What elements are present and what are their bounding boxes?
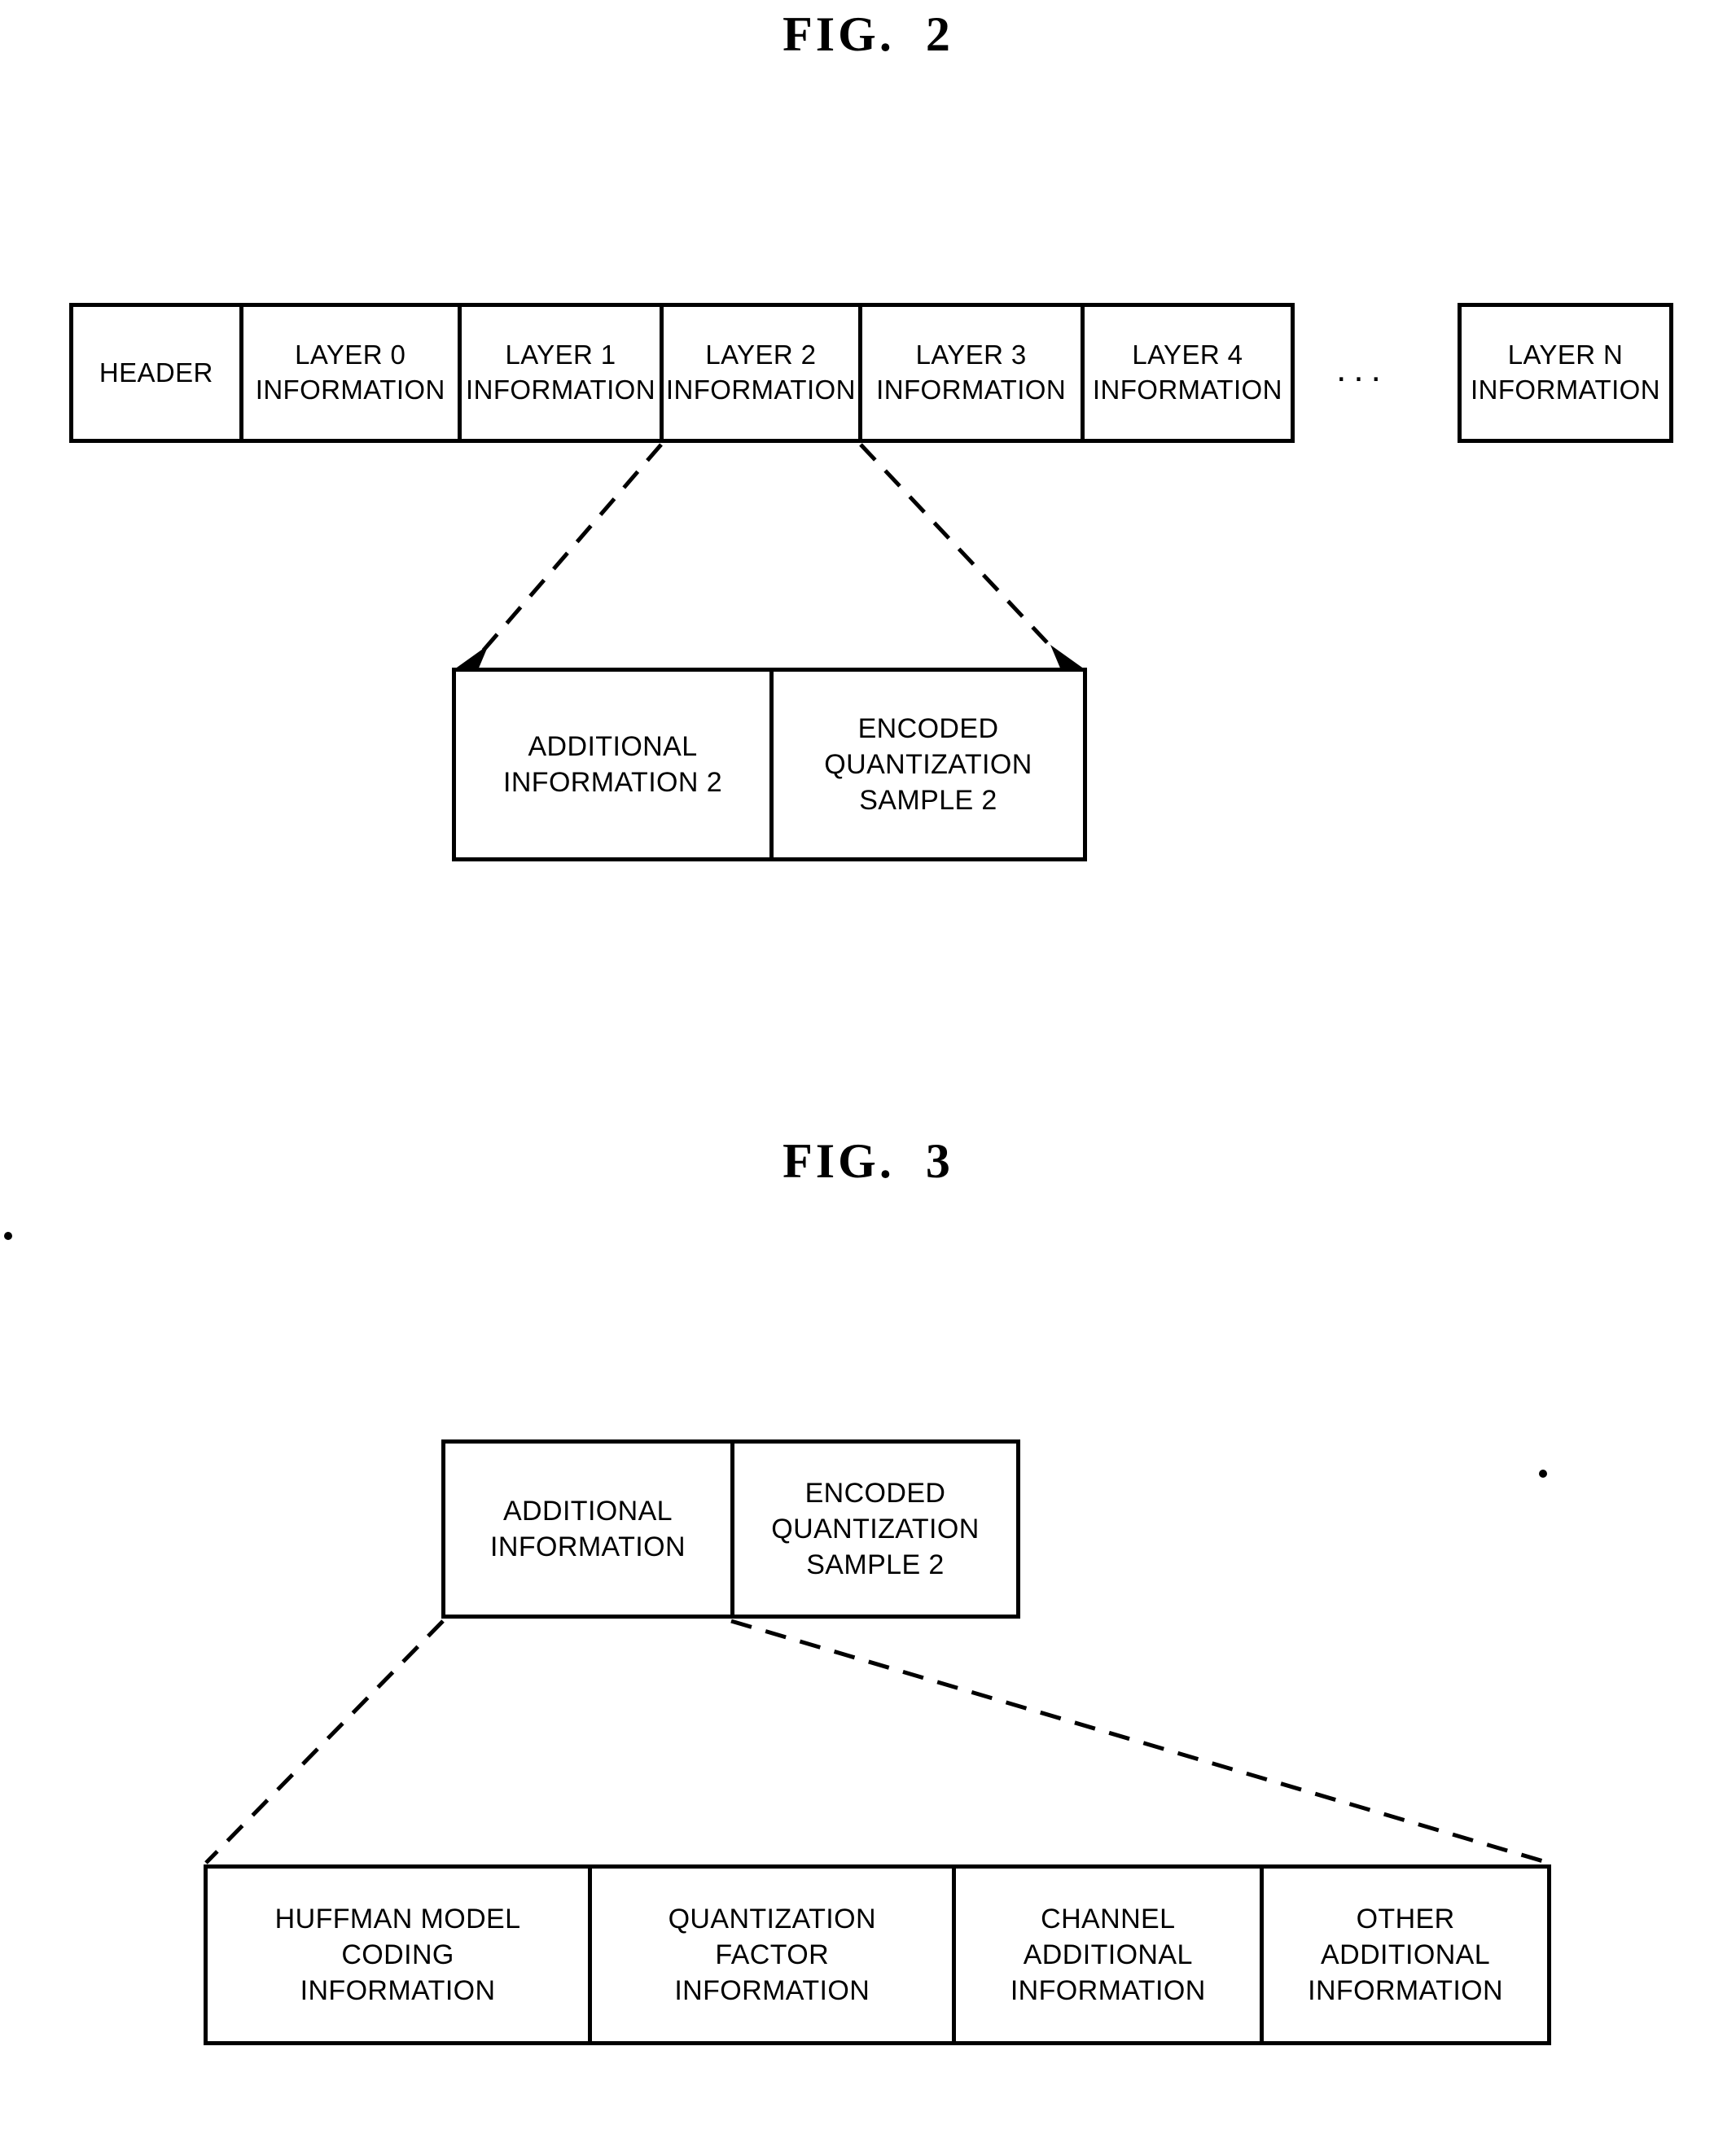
stray-speck-left — [4, 1232, 12, 1240]
figure-2-title: FIG. 2 — [783, 7, 953, 61]
leader-line-left — [468, 443, 663, 668]
layer-2-detail-box: ADDITIONAL INFORMATION 2 ENCODED QUANTIZ… — [452, 668, 1087, 861]
patent-drawing-sheet: FIG. 2 HEADER LAYER 0 INFORMATION LAYER … — [0, 0, 1736, 2147]
leader-line-left — [204, 1619, 445, 1864]
additional-information-detail-box: ADDITIONAL INFORMATION ENCODED QUANTIZAT… — [441, 1439, 1020, 1619]
leader-line-right — [859, 443, 1071, 668]
leader-line-right — [730, 1619, 1550, 1865]
stream-ellipsis: ... — [1336, 349, 1388, 389]
stray-speck-right — [1539, 1470, 1547, 1478]
stream-cell-layer-0: LAYER 0 INFORMATION — [239, 307, 458, 439]
layered-bitstream-row: HEADER LAYER 0 INFORMATION LAYER 1 INFOR… — [69, 303, 1295, 443]
stream-cell-layer-1: LAYER 1 INFORMATION — [457, 307, 660, 439]
detail-cell-additional-information: ADDITIONAL INFORMATION — [490, 1495, 686, 1562]
addinfo-cell-other-additional-information: OTHER ADDITIONAL INFORMATION — [1260, 1869, 1547, 2041]
stream-cell-layer-2: LAYER 2 INFORMATION — [660, 307, 857, 439]
stream-cell-layer-n-box: LAYER N INFORMATION — [1458, 303, 1673, 443]
detail-cell-encoded-quantization-sample-2: ENCODED QUANTIZATION SAMPLE 2 — [730, 1444, 1016, 1615]
addinfo-cell-channel-additional-information: CHANNEL ADDITIONAL INFORMATION — [952, 1869, 1260, 2041]
detail-cell-encoded-quantization-sample-2: ENCODED QUANTIZATION SAMPLE 2 — [769, 672, 1083, 857]
stream-cell-layer-n: LAYER N INFORMATION — [1471, 340, 1660, 405]
stream-cell-layer-3: LAYER 3 INFORMATION — [857, 307, 1081, 439]
addinfo-cell-quantization-factor-information: QUANTIZATION FACTOR INFORMATION — [588, 1869, 952, 2041]
additional-information-breakdown-row: HUFFMAN MODEL CODING INFORMATION QUANTIZ… — [204, 1864, 1551, 2045]
figure-3-title: FIG. 3 — [783, 1134, 953, 1188]
stream-cell-layer-4: LAYER 4 INFORMATION — [1080, 307, 1291, 439]
detail-cell-additional-information-2: ADDITIONAL INFORMATION 2 — [502, 730, 722, 798]
addinfo-cell-huffman-model-coding-information: HUFFMAN MODEL CODING INFORMATION — [274, 1903, 521, 2007]
stream-cell-header: HEADER — [99, 357, 213, 388]
